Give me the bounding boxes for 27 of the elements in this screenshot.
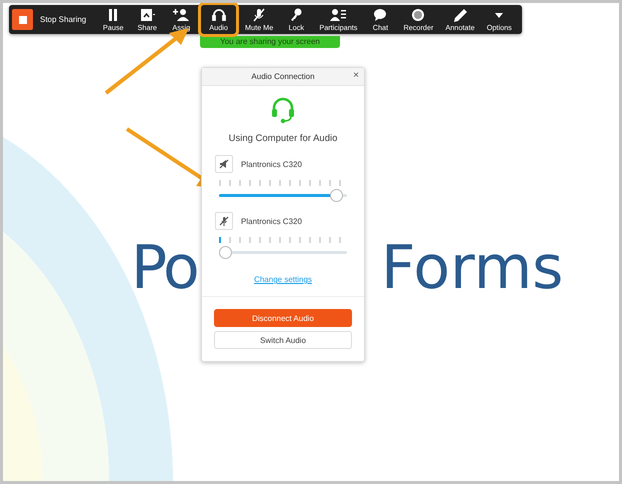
headphones-icon bbox=[210, 8, 227, 22]
stop-sharing-button[interactable]: Stop Sharing bbox=[12, 5, 96, 34]
speaker-icon bbox=[215, 155, 233, 173]
key-icon bbox=[288, 8, 304, 22]
pencil-icon bbox=[452, 8, 468, 22]
sharing-banner: You are sharing your screen bbox=[200, 36, 340, 48]
slide-title: Po bbox=[131, 233, 198, 303]
volume-slider[interactable] bbox=[219, 189, 347, 202]
stop-sharing-label: Stop Sharing bbox=[40, 15, 86, 24]
stop-icon bbox=[12, 9, 33, 30]
share-icon bbox=[139, 8, 156, 22]
device-name: Plantronics C320 bbox=[241, 160, 302, 168]
add-person-icon bbox=[173, 8, 190, 22]
chat-icon bbox=[372, 8, 388, 22]
participants-icon bbox=[330, 8, 346, 22]
record-icon bbox=[410, 8, 426, 22]
close-button[interactable]: × bbox=[353, 70, 359, 81]
microphone-muted-icon bbox=[215, 212, 233, 230]
audio-heading: Using Computer for Audio bbox=[228, 133, 338, 144]
volume-slider[interactable] bbox=[219, 246, 347, 259]
dialog-title: Audio Connection bbox=[251, 72, 315, 81]
slide-title: Forms bbox=[381, 233, 564, 303]
headset-icon bbox=[270, 96, 296, 124]
disconnect-audio-button[interactable]: Disconnect Audio bbox=[214, 309, 352, 327]
device-name: Plantronics C320 bbox=[241, 216, 302, 226]
microphone-muted-icon bbox=[251, 8, 268, 22]
switch-audio-button[interactable]: Switch Audio bbox=[214, 331, 352, 349]
